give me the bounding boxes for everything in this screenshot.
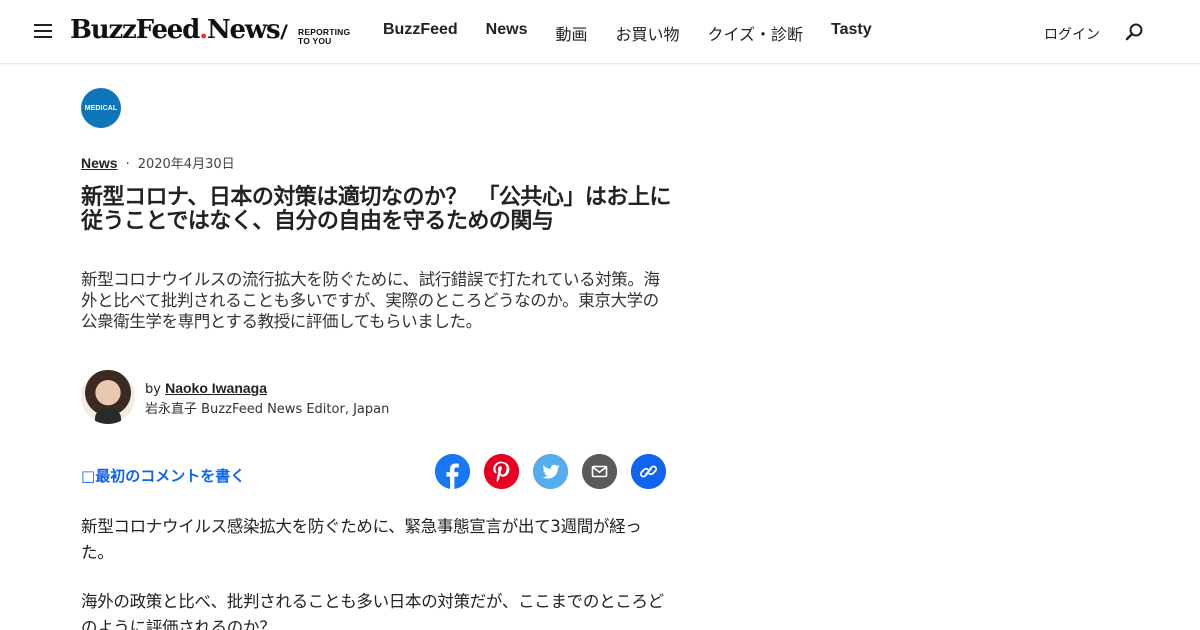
byline: by Naoko Iwanaga 岩永直子 BuzzFeed News Edit…	[81, 370, 481, 424]
article-meta: News · 2020年4月30日	[81, 153, 235, 172]
share-pinterest-button[interactable]	[484, 454, 519, 489]
article-headline: 新型コロナ、日本の対策は適切なのか？ 「公共心」はお上に従うことではなく、自分の…	[81, 185, 671, 234]
logo-dot: .	[199, 15, 208, 45]
body-paragraph: 海外の政策と比べ、批判されることも多い日本の対策だが、ここまでのところどのように…	[81, 592, 664, 630]
nav-buzzfeed[interactable]: BuzzFeed	[383, 21, 458, 45]
byline-author-line: by Naoko Iwanaga	[145, 380, 267, 397]
tagline-line2: TO YOU	[298, 35, 332, 46]
author-link[interactable]: Naoko Iwanaga	[165, 380, 267, 396]
nav-videos[interactable]: 動画	[555, 21, 587, 45]
by-label: by	[145, 382, 161, 397]
body-paragraph: 新型コロナウイルス感染拡大を防ぐために、緊急事態宣言が出て3週間が経った。	[81, 517, 642, 562]
logo-tagline: REPORTING TO YOU	[298, 28, 350, 45]
comment-icon: □	[81, 467, 96, 485]
facebook-icon	[435, 454, 470, 489]
twitter-icon	[533, 454, 568, 489]
comment-cta-label: 最初のコメントを書く	[95, 467, 246, 485]
write-comment-link[interactable]: □最初のコメントを書く	[81, 465, 245, 486]
nav-news[interactable]: News	[486, 21, 528, 45]
site-header: BuzzFeed.News / REPORTING TO YOU BuzzFee…	[0, 0, 1200, 64]
logo-slash: /	[279, 22, 289, 44]
nav-quizzes[interactable]: クイズ・診断	[708, 21, 804, 45]
share-copy-link-button[interactable]	[631, 454, 666, 489]
logo-news: News	[206, 15, 281, 45]
share-email-button[interactable]	[582, 454, 617, 489]
pinterest-icon	[484, 454, 519, 489]
nav-shopping[interactable]: お買い物	[615, 21, 679, 45]
logo-buzzfeed: BuzzFeed	[70, 15, 200, 45]
meta-separator: ·	[125, 157, 130, 172]
medical-badge[interactable]: MEDICAL	[81, 88, 121, 128]
publish-date: 2020年4月30日	[137, 157, 235, 172]
share-facebook-button[interactable]	[435, 454, 470, 489]
author-avatar[interactable]	[81, 370, 135, 424]
article-dek: 新型コロナウイルスの流行拡大を防ぐために、試行錯誤で打たれている対策。海外と比べ…	[81, 270, 660, 331]
search-icon[interactable]	[1124, 22, 1144, 42]
category-link[interactable]: News	[81, 155, 118, 171]
main-nav: BuzzFeed News 動画 お買い物 クイズ・診断 Tasty	[383, 21, 900, 45]
site-logo[interactable]: BuzzFeed.News	[70, 15, 281, 45]
author-role: 岩永直子 BuzzFeed News Editor, Japan	[145, 402, 390, 417]
share-twitter-button[interactable]	[533, 454, 568, 489]
login-link[interactable]: ログイン	[1044, 24, 1100, 44]
nav-tasty[interactable]: Tasty	[831, 21, 872, 45]
menu-icon[interactable]	[34, 24, 52, 40]
email-icon	[582, 454, 617, 489]
link-icon	[631, 454, 666, 489]
